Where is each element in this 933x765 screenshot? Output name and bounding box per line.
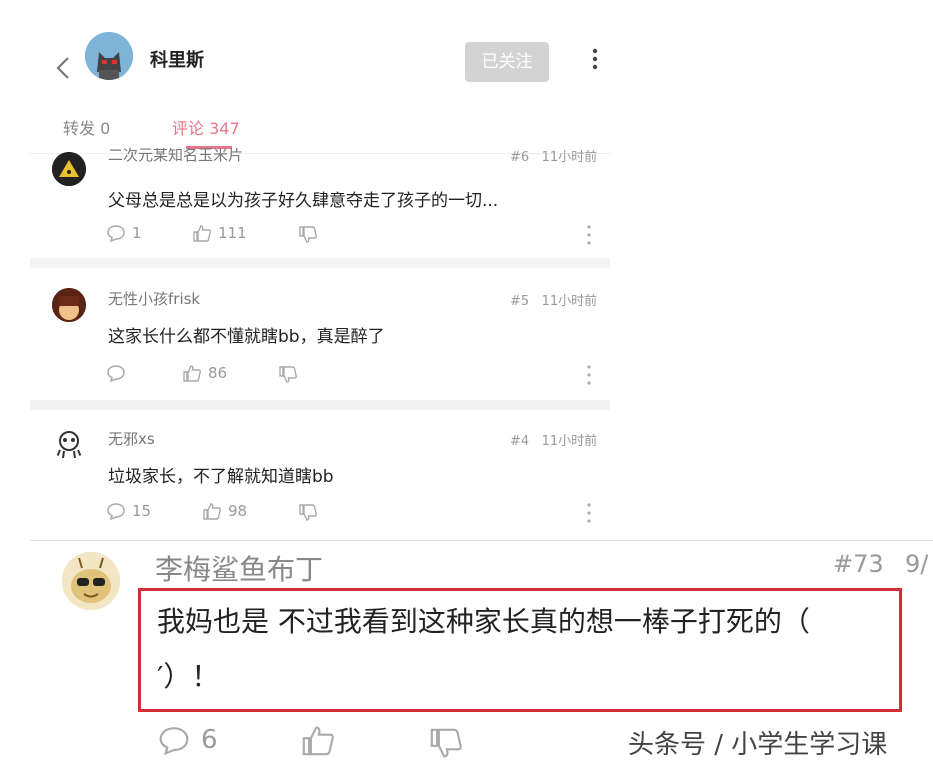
comment-more-icon[interactable] <box>586 502 592 524</box>
follow-button[interactable]: 已关注 <box>465 42 549 82</box>
commenter-name[interactable]: 无性小孩frisk <box>108 288 200 309</box>
comment-more-icon[interactable] <box>586 364 592 386</box>
thumbs-up-icon <box>203 503 221 520</box>
like-button[interactable]: 98 <box>202 502 247 520</box>
comment-time: 11小时前 <box>541 294 598 309</box>
comment-meta: #6 11小时前 <box>510 148 597 165</box>
like-button[interactable]: 111 <box>192 224 247 242</box>
user-avatar[interactable] <box>85 32 133 80</box>
username[interactable]: 科里斯 <box>150 46 204 72</box>
comment-item: 无邪xs #4 11小时前 垃圾家长，不了解就知道瞎bb 15 98 <box>30 410 610 538</box>
reply-button[interactable]: 1 <box>106 224 142 242</box>
reply-count: 15 <box>132 502 152 520</box>
like-count: 98 <box>228 502 248 520</box>
reply-button[interactable]: 6 <box>157 725 218 755</box>
commenter-avatar[interactable] <box>62 552 120 610</box>
comment-bubble-icon <box>107 225 125 242</box>
like-count: 86 <box>208 364 228 382</box>
thumbs-up-icon[interactable] <box>300 724 336 756</box>
tab-comment[interactable]: 评论 347 <box>172 115 240 139</box>
comment-item: 无性小孩frisk #5 11小时前 这家长什么都不懂就瞎bb，真是醉了 86 <box>30 268 610 398</box>
like-count: 111 <box>218 224 247 242</box>
comment-text: 垃圾家长，不了解就知道瞎bb <box>108 467 334 487</box>
reply-button[interactable] <box>106 364 132 382</box>
comment-meta: #5 11小时前 <box>510 290 597 309</box>
commenter-avatar[interactable] <box>52 288 86 322</box>
comment-text: 父母总是总是以为孩子好久肆意夺走了孩子的一切... <box>108 191 499 211</box>
thumbs-down-icon[interactable] <box>298 226 318 244</box>
like-button[interactable]: 86 <box>182 364 227 382</box>
commenter-avatar[interactable] <box>52 426 86 460</box>
comment-bubble-icon <box>107 503 125 520</box>
commenter-name[interactable]: 李梅鲨鱼布丁 <box>155 548 323 588</box>
comment-text-line: ′）！ <box>157 660 220 693</box>
comment-time: 11小时前 <box>541 150 598 165</box>
comment-bubble-icon <box>107 365 125 382</box>
divider <box>30 400 610 410</box>
comment-meta: #4 11小时前 <box>510 430 597 449</box>
commenter-name[interactable]: 无邪xs <box>108 428 155 449</box>
divider <box>30 258 610 268</box>
thumbs-down-icon[interactable] <box>428 728 464 760</box>
comment-time: 11小时前 <box>541 434 598 449</box>
reply-count: 1 <box>132 224 142 242</box>
comment-text: 这家长什么都不懂就瞎bb，真是醉了 <box>108 327 385 347</box>
thumbs-down-icon[interactable] <box>298 504 318 522</box>
comment-floor: #6 <box>510 150 530 165</box>
comment-text-line: 我妈也是 不过我看到这种家长真的想一棒子打死的（ <box>157 605 810 638</box>
reply-button[interactable]: 15 <box>106 502 151 520</box>
thumbs-up-icon <box>183 365 201 382</box>
thumbs-up-icon <box>193 225 211 242</box>
comment-floor: #4 <box>510 434 530 449</box>
more-options-icon[interactable] <box>588 46 602 72</box>
comment-floor: #73 <box>833 550 884 578</box>
comment-more-icon[interactable] <box>586 224 592 246</box>
back-arrow-icon[interactable] <box>52 55 74 81</box>
divider <box>30 540 933 541</box>
comment-item: 二次元某知名玉米片 #6 11小时前 父母总是总是以为孩子好久肆意夺走了孩子的一… <box>30 148 610 258</box>
comment-time: 9/ <box>905 550 929 578</box>
commenter-avatar[interactable] <box>52 152 86 186</box>
tab-forward[interactable]: 转发 0 <box>63 115 110 139</box>
thumbs-down-icon[interactable] <box>278 366 298 384</box>
watermark: 头条号 / 小学生学习课 <box>628 730 888 760</box>
reply-count: 6 <box>201 725 218 755</box>
comment-floor: #5 <box>510 294 530 309</box>
comment-bubble-icon <box>159 727 189 755</box>
commenter-name[interactable]: 二次元某知名玉米片 <box>108 148 243 165</box>
